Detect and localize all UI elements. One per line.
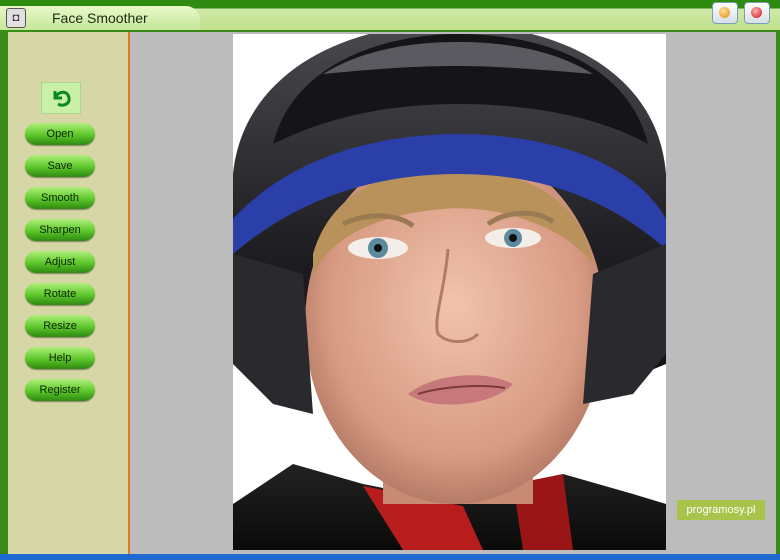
smooth-button[interactable]: Smooth: [25, 187, 95, 209]
save-button[interactable]: Save: [25, 155, 95, 177]
image-canvas[interactable]: [233, 34, 666, 550]
help-button[interactable]: Help: [25, 347, 95, 369]
rotate-button[interactable]: Rotate: [25, 283, 95, 305]
close-button[interactable]: [744, 2, 770, 24]
app-icon[interactable]: ◘: [6, 8, 26, 28]
window-bottom-border: [0, 554, 780, 560]
open-button[interactable]: Open: [25, 123, 95, 145]
client-area: Open Save Smooth Sharpen Adjust Rotate R…: [8, 32, 776, 554]
undo-button[interactable]: [41, 82, 81, 114]
portrait-photo: [233, 34, 666, 550]
undo-arrow-icon: [53, 90, 71, 107]
resize-button[interactable]: Resize: [25, 315, 95, 337]
window-title: Face Smoother: [52, 10, 148, 26]
minimize-button[interactable]: [712, 2, 738, 24]
title-bar[interactable]: ◘ Face Smoother: [0, 0, 780, 30]
sharpen-button[interactable]: Sharpen: [25, 219, 95, 241]
register-button[interactable]: Register: [25, 379, 95, 401]
minimize-icon: [719, 7, 730, 18]
close-icon: [751, 7, 762, 18]
adjust-button[interactable]: Adjust: [25, 251, 95, 273]
watermark-label: programosy.pl: [677, 500, 765, 520]
sidebar: Open Save Smooth Sharpen Adjust Rotate R…: [8, 32, 130, 554]
